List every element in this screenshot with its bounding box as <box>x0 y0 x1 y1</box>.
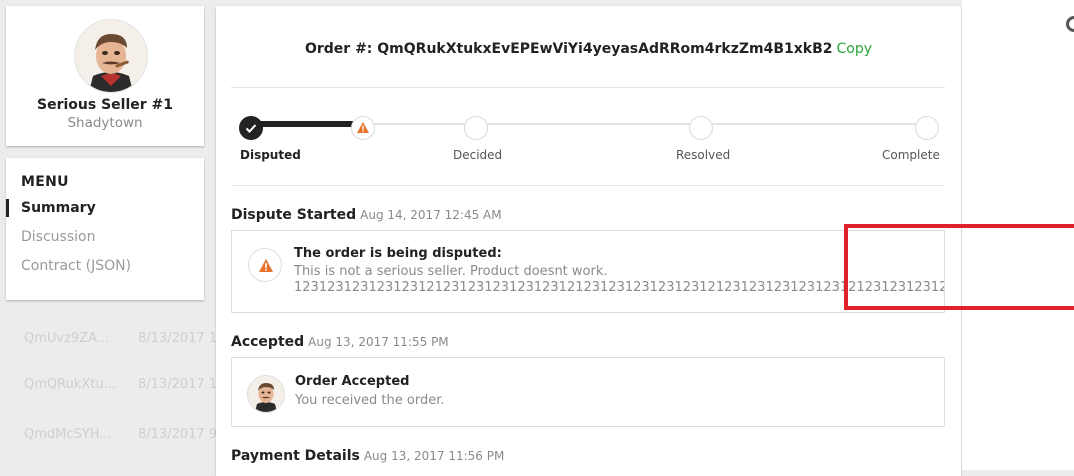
accepted-date: Aug 13, 2017 11:55 PM <box>308 335 449 349</box>
profile-card: Serious Seller #1 Shadytown <box>6 6 204 146</box>
accepted-text: You received the order. <box>295 393 445 408</box>
warning-icon <box>259 259 273 272</box>
menu-card: MENU Summary Discussion Contract (JSON) <box>6 158 204 300</box>
step-label-complete: Complete <box>882 148 940 162</box>
menu-item-summary[interactable]: Summary <box>21 200 96 216</box>
overflow-highlight-box <box>844 224 1074 310</box>
order-id: QmQRukXtukxEvEPEwViYi4yeyasAdRRom4rkzZm4… <box>377 41 833 57</box>
seller-name: Serious Seller #1 <box>37 97 173 113</box>
accepted-section-title: Accepted Aug 13, 2017 11:55 PM <box>231 334 449 350</box>
step-label-decided: Decided <box>453 148 503 162</box>
payment-section-title: Payment Details Aug 13, 2017 11:56 PM <box>231 448 504 464</box>
accepted-title: Accepted <box>231 334 305 350</box>
step-decided <box>464 116 488 140</box>
step-complete <box>915 116 939 140</box>
step-disputed <box>239 116 263 140</box>
active-indicator <box>6 199 9 217</box>
seller-portrait-icon <box>75 20 147 92</box>
background-order-id: QmdMcSYH... <box>24 427 112 442</box>
step-label-disputed: Disputed <box>240 148 301 162</box>
seller-location: Shadytown <box>67 115 143 131</box>
order-number: Order #: QmQRukXtukxEvEPEwViYi4yeyasAdRR… <box>216 41 961 57</box>
dispute-box: The order is being disputed: This is not… <box>231 230 945 313</box>
background-list-row: QmUvz9ZA... 8/13/2017 1... <box>0 316 229 362</box>
payment-title: Payment Details <box>231 448 360 464</box>
step-label-resolved: Resolved <box>676 148 731 162</box>
divider <box>231 87 945 88</box>
step-current-warning <box>351 116 375 140</box>
background-list-row: QmQRukXtu... 8/13/2017 1... <box>0 362 229 408</box>
step-resolved <box>689 116 713 140</box>
dispute-box-title: The order is being disputed: <box>294 246 502 261</box>
payment-date: Aug 13, 2017 11:56 PM <box>363 449 505 463</box>
seller-avatar[interactable] <box>74 19 148 93</box>
seller-portrait-icon <box>248 376 284 412</box>
accepted-box-title: Order Accepted <box>295 374 410 389</box>
divider <box>231 185 945 186</box>
background-list-row: QmdMcSYH... 8/13/2017 9... <box>0 412 229 458</box>
background-order-id: QmQRukXtu... <box>24 377 116 392</box>
dispute-reason: This is not a serious seller. Product do… <box>294 264 608 279</box>
menu-item-discussion[interactable]: Discussion <box>21 229 95 245</box>
background-order-id: QmUvz9ZA... <box>24 331 110 346</box>
checkmark-icon <box>245 124 257 133</box>
dispute-title: Dispute Started <box>231 207 357 223</box>
dispute-section-title: Dispute Started Aug 14, 2017 12:45 AM <box>231 207 502 223</box>
order-label: Order #: <box>304 41 373 57</box>
buyer-avatar <box>247 375 285 413</box>
accepted-box: Order Accepted You received the order. <box>231 357 945 427</box>
progress-fill <box>251 121 363 127</box>
copy-button[interactable]: Copy <box>837 41 873 57</box>
warning-badge <box>248 248 282 282</box>
menu-title: MENU <box>21 174 69 190</box>
menu-item-contract-json[interactable]: Contract (JSON) <box>21 258 131 274</box>
dispute-date: Aug 14, 2017 12:45 AM <box>360 208 502 222</box>
warning-icon <box>357 122 369 133</box>
